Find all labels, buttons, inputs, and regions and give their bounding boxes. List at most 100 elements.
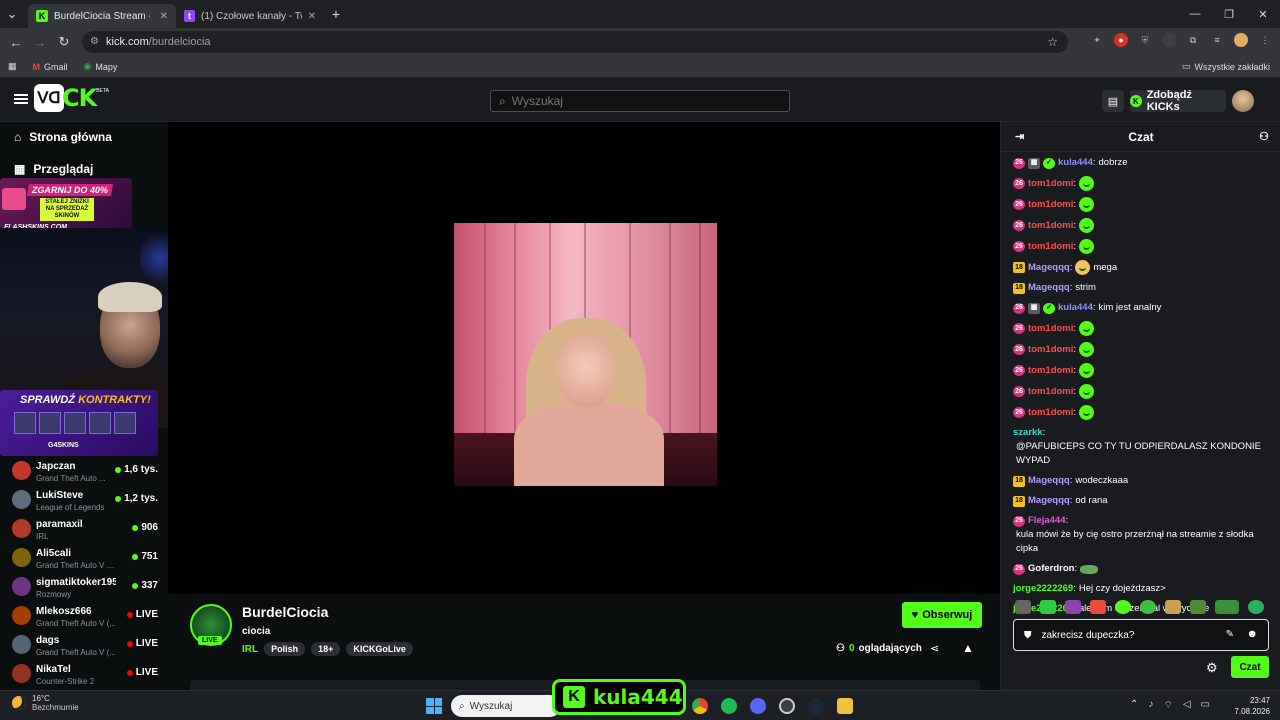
video-player[interactable]: [168, 122, 1000, 594]
chat-username[interactable]: kula444: [1058, 301, 1093, 315]
chat-username[interactable]: szarkk: [1013, 426, 1043, 440]
volume-icon[interactable]: ◁: [1183, 699, 1191, 712]
close-window-icon[interactable]: ✕: [1246, 0, 1280, 28]
spotify-icon[interactable]: [721, 698, 737, 714]
minimize-icon[interactable]: —: [1178, 0, 1212, 28]
emote-icon[interactable]: [1090, 600, 1106, 614]
bookmark-star-icon[interactable]: ☆: [1047, 35, 1058, 49]
emote-icon[interactable]: [1140, 600, 1156, 614]
chat-badge-icon[interactable]: 26: [1013, 563, 1025, 575]
sidebar-channel[interactable]: Ali5cali Grand Theft Auto V (G... 751: [0, 543, 168, 572]
translate-icon[interactable]: ✎: [1226, 629, 1234, 640]
nav-home[interactable]: ⌂ Strona główna: [14, 130, 112, 144]
emote-icon[interactable]: [1115, 600, 1131, 614]
chat-username[interactable]: tom1domi: [1028, 385, 1073, 399]
chat-username[interactable]: jorge2222269: [1013, 582, 1073, 596]
apps-icon[interactable]: ▦: [8, 61, 17, 72]
tag[interactable]: KICKGoLive: [346, 642, 413, 656]
chat-badge-icon[interactable]: 26: [1013, 178, 1025, 189]
chat-username[interactable]: tom1domi: [1028, 343, 1073, 357]
windows-start-icon[interactable]: [426, 698, 442, 714]
site-info-icon[interactable]: ⚙: [90, 36, 99, 47]
profile-icon[interactable]: [1234, 33, 1248, 47]
chat-badge-icon[interactable]: 18: [1013, 475, 1025, 487]
chat-badge-icon[interactable]: 26: [1013, 323, 1025, 334]
tab-close-icon[interactable]: ✕: [308, 11, 316, 22]
all-bookmarks[interactable]: ▭ Wszystkie zakładki: [1182, 61, 1270, 72]
chat-username[interactable]: Mageqqq: [1028, 494, 1070, 508]
chrome-icon[interactable]: [692, 698, 708, 714]
share-icon[interactable]: ⋖: [930, 642, 939, 655]
tag[interactable]: Polish: [264, 642, 306, 656]
sidebar-channel[interactable]: NikaTel Counter-Strike 2 LIVE: [0, 659, 168, 688]
chat-username[interactable]: Mageqqq: [1028, 474, 1070, 488]
chat-username[interactable]: tom1domi: [1028, 364, 1073, 378]
chat-badge-icon[interactable]: 26: [1013, 302, 1025, 314]
forward-icon[interactable]: →: [28, 35, 52, 50]
get-kicks-button[interactable]: K Zdobądź KICKs: [1130, 89, 1226, 113]
chat-badge-icon[interactable]: 18: [1013, 262, 1025, 273]
chat-username[interactable]: Fleja444: [1028, 514, 1066, 528]
chat-badge-icon[interactable]: 26: [1013, 157, 1025, 169]
user-avatar[interactable]: [1232, 90, 1254, 112]
chevron-up-icon[interactable]: ⌃: [1130, 699, 1138, 712]
network-icon[interactable]: ⌔: [1163, 699, 1172, 712]
adblock-icon[interactable]: ●: [1114, 33, 1128, 47]
sidebar-channel[interactable]: Mlekosz666 Grand Theft Auto V (... LIVE: [0, 601, 168, 630]
emote-icon[interactable]: [1215, 600, 1239, 614]
tag[interactable]: 18+: [311, 642, 341, 656]
emote-icon[interactable]: [1065, 600, 1081, 614]
chat-username[interactable]: tom1domi: [1028, 219, 1073, 233]
report-warning-icon[interactable]: ▲: [962, 641, 974, 655]
chat-badge-icon[interactable]: 26: [1013, 241, 1025, 252]
chat-badge-icon[interactable]: ⛊: [1024, 630, 1032, 641]
chat-username[interactable]: kula444: [1058, 156, 1093, 170]
chat-username[interactable]: tom1domi: [1028, 240, 1073, 254]
category-link[interactable]: IRL: [242, 644, 258, 655]
address-bar[interactable]: ⚙ kick.com/burdelciocia ☆: [82, 31, 1068, 53]
chat-badge-icon[interactable]: 26: [1013, 365, 1025, 376]
browser-tab-twitch[interactable]: t (1) Czołowe kanały - Twitch ✕: [176, 4, 324, 28]
browser-tab-active[interactable]: K BurdelCiocia Stream - Watc ✕: [28, 4, 176, 28]
extension-icon[interactable]: [1162, 33, 1176, 47]
bookmark-maps[interactable]: ◉ Mapy: [84, 61, 118, 72]
sidebar-channel[interactable]: Japczan Grand Theft Auto ... 1,6 tys.: [0, 456, 168, 485]
emote-icon[interactable]: [1165, 600, 1181, 614]
battery-icon[interactable]: ▭: [1201, 699, 1210, 712]
chat-username[interactable]: tom1domi: [1028, 406, 1073, 420]
chat-badge-icon[interactable]: ✓: [1043, 157, 1055, 169]
collapse-chat-icon[interactable]: ⇥: [1015, 130, 1024, 143]
chat-settings-gear-icon[interactable]: ⚙: [1206, 660, 1218, 676]
chat-username[interactable]: tom1domi: [1028, 322, 1073, 336]
clock[interactable]: 23:47 7.08.2026: [1234, 695, 1270, 717]
emote-icon[interactable]: [1190, 600, 1206, 614]
chat-badge-icon[interactable]: 26: [1013, 344, 1025, 355]
chat-username[interactable]: Mageqqq: [1028, 261, 1070, 275]
search-input[interactable]: [511, 94, 762, 108]
chat-badge-icon[interactable]: 26: [1013, 515, 1025, 527]
g4skins-promo-banner[interactable]: SPRAWDŹ KONTRAKTY! G4SKINS: [0, 390, 158, 456]
back-icon[interactable]: ←: [4, 35, 28, 50]
chat-username[interactable]: Goferdron: [1028, 562, 1074, 576]
sidebar-channel[interactable]: LukiSteve League of Legends 1,2 tys.: [0, 485, 168, 514]
follow-button[interactable]: ♥ Obserwuj: [902, 602, 982, 628]
emote-icon[interactable]: [1015, 600, 1031, 614]
sidebar-channel[interactable]: paramaxil IRL 906: [0, 514, 168, 543]
mic-icon[interactable]: ♪: [1148, 699, 1153, 712]
emoji-icon[interactable]: ☻: [1246, 628, 1258, 640]
chat-badge-icon[interactable]: ▦: [1028, 157, 1040, 169]
shield-icon[interactable]: ⛨: [1138, 33, 1152, 47]
chat-badge-icon[interactable]: ✓: [1043, 302, 1055, 314]
obs-icon[interactable]: [779, 698, 795, 714]
chat-badge-icon[interactable]: 26: [1013, 386, 1025, 397]
chat-badge-icon[interactable]: 18: [1013, 495, 1025, 507]
bookmark-gmail[interactable]: M Gmail: [33, 62, 68, 72]
chat-badge-icon[interactable]: 26: [1013, 199, 1025, 210]
app-icon[interactable]: [837, 698, 853, 714]
new-tab-button[interactable]: +: [324, 6, 348, 22]
sidebar-channel[interactable]: dags Grand Theft Auto V (... LIVE: [0, 630, 168, 659]
chat-badge-icon[interactable]: 26: [1013, 407, 1025, 418]
tab-list-icon[interactable]: ⌄: [0, 6, 24, 22]
sidebar-channel[interactable]: sigmatiktoker1959 Rozmowy 337: [0, 572, 168, 601]
chat-users-icon[interactable]: ⚇: [1259, 130, 1269, 143]
